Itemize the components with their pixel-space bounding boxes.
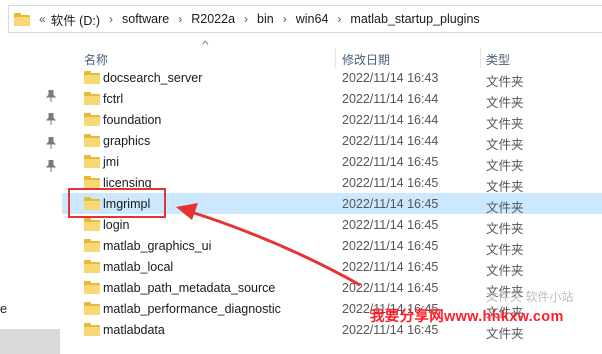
file-date: 2022/11/14 16:45 [342,281,439,295]
breadcrumb-r2022a[interactable]: R2022a [191,12,235,26]
file-name: graphics [103,134,151,148]
nav-item-selected[interactable] [0,329,60,354]
file-name: login [103,218,130,232]
breadcrumb-software[interactable]: software [122,12,169,26]
folder-icon [84,260,100,273]
file-name: foundation [103,113,162,127]
file-name: matlab_local [103,260,174,274]
file-date: 2022/11/14 16:45 [342,197,439,211]
column-divider[interactable] [480,48,481,68]
column-header-type[interactable]: 类型 [486,51,510,68]
breadcrumb-separator-icon[interactable]: › [178,12,182,26]
watermark: 我要分享网www.hhkxw.com [370,309,564,325]
file-name: matlabdata [103,323,165,337]
file-date: 2022/11/14 16:45 [342,260,439,274]
folder-icon [84,218,100,231]
breadcrumb-current-folder[interactable]: matlab_startup_plugins [350,12,479,26]
file-date: 2022/11/14 16:44 [342,92,439,106]
folder-icon [14,13,30,26]
folder-icon [84,155,100,168]
folder-icon [84,323,100,336]
faint-overlay-text: 文件夹 软件小站 [486,290,574,304]
file-row[interactable]: matlab_local 2022/11/14 16:45 文件夹 [62,256,602,278]
breadcrumb-separator-icon[interactable]: › [109,12,113,26]
file-row[interactable]: jmi 2022/11/14 16:45 文件夹 [62,151,602,173]
column-divider[interactable] [335,48,336,68]
pin-icon[interactable] [46,90,56,102]
file-name: matlab_graphics_ui [103,239,212,253]
file-date: 2022/11/14 16:45 [342,155,439,169]
breadcrumb-win64[interactable]: win64 [296,12,329,26]
nav-item-label[interactable]: e [0,302,7,316]
folder-icon [84,113,100,126]
file-date: 2022/11/14 16:45 [342,176,439,190]
file-row[interactable]: foundation 2022/11/14 16:44 文件夹 [62,109,602,131]
breadcrumb-bin[interactable]: bin [257,12,274,26]
sort-ascending-icon: ^ [202,40,209,51]
folder-icon [84,134,100,147]
file-date: 2022/11/14 16:44 [342,134,439,148]
breadcrumb-separator-icon[interactable]: › [337,12,341,26]
pin-icon[interactable] [46,137,56,149]
file-row[interactable]: docsearch_server 2022/11/14 16:43 文件夹 [62,67,602,89]
file-name: matlab_performance_diagnostic [103,302,281,316]
column-header: ^ 名称 修改日期 类型 [62,40,602,68]
highlight-box [68,188,166,218]
file-date: 2022/11/14 16:45 [342,239,439,253]
folder-icon [84,71,100,84]
file-name: jmi [103,155,119,169]
folder-icon [84,281,100,294]
breadcrumb-separator-icon[interactable]: › [244,12,248,26]
pin-icon[interactable] [46,160,56,172]
folder-icon [84,302,100,315]
file-row[interactable]: matlab_graphics_ui 2022/11/14 16:45 文件夹 [62,235,602,257]
pin-icon[interactable] [46,113,56,125]
file-date: 2022/11/14 16:45 [342,218,439,232]
file-name: fctrl [103,92,124,106]
file-date: 2022/11/14 16:43 [342,71,439,85]
navigation-pane: e [0,40,62,354]
file-name: matlab_path_metadata_source [103,281,276,295]
column-header-date[interactable]: 修改日期 [342,51,390,68]
folder-icon [84,92,100,105]
file-row[interactable]: fctrl 2022/11/14 16:44 文件夹 [62,88,602,110]
folder-icon [84,239,100,252]
file-name: docsearch_server [103,71,203,85]
address-bar[interactable]: « 软件 (D:) › software › R2022a › bin › wi… [8,5,602,33]
breadcrumb-separator-icon[interactable]: › [283,12,287,26]
overflow-chevron-icon[interactable]: « [39,12,46,26]
file-row[interactable]: graphics 2022/11/14 16:44 文件夹 [62,130,602,152]
file-date: 2022/11/14 16:44 [342,113,439,127]
column-header-name[interactable]: 名称 [84,51,108,68]
breadcrumb-drive[interactable]: 软件 (D:) [51,10,100,29]
